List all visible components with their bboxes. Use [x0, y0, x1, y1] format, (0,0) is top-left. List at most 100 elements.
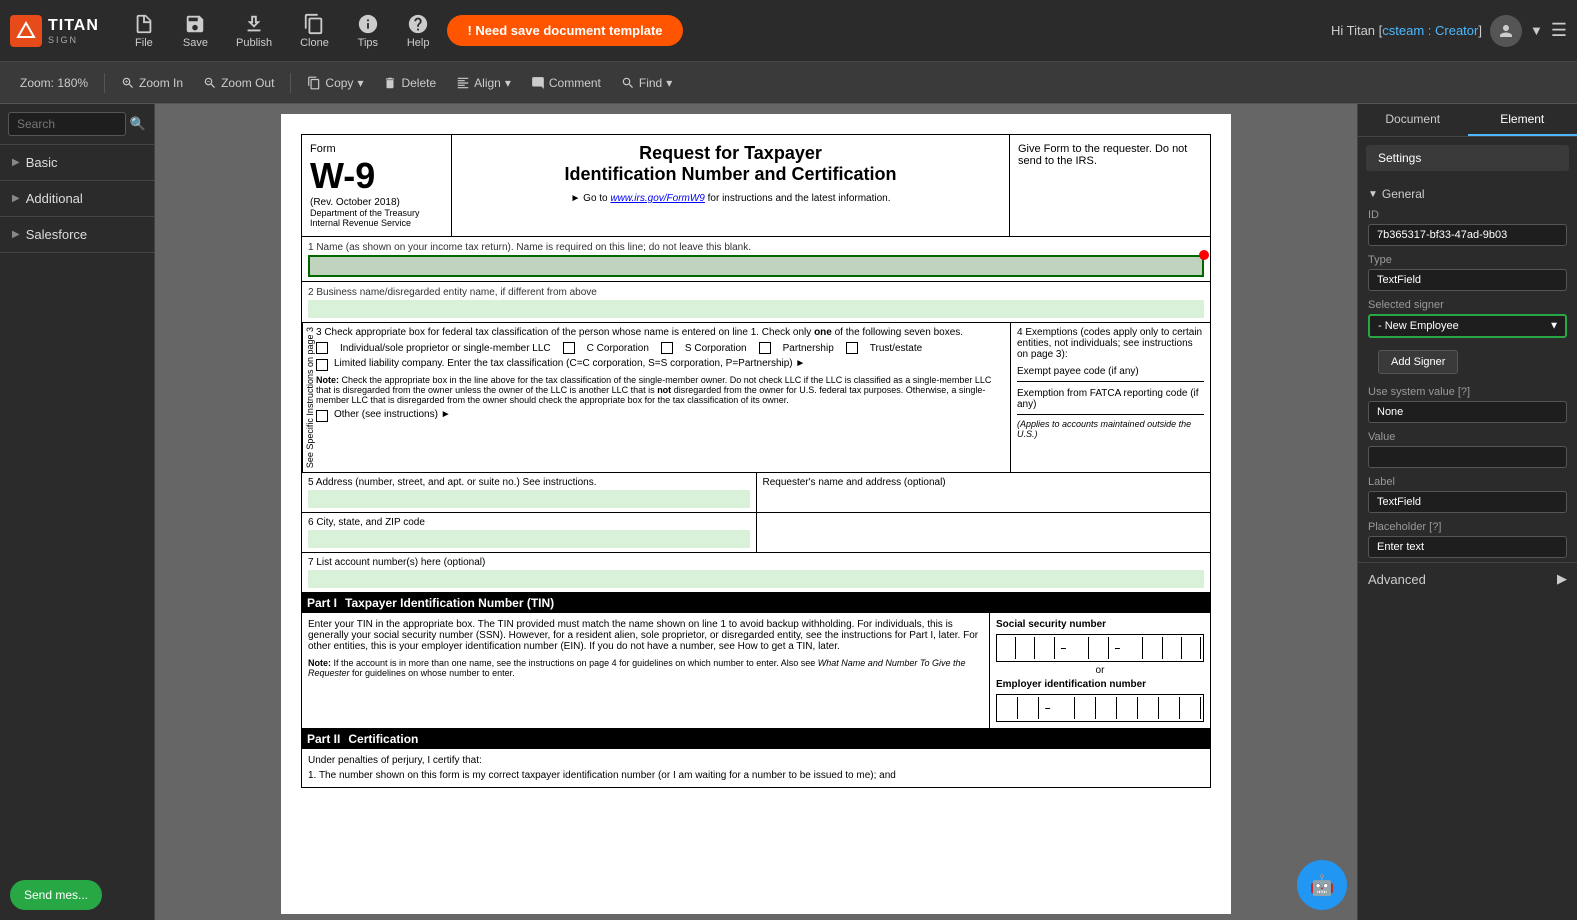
save-alert-button[interactable]: ! Need save document template — [447, 15, 682, 46]
irs-url[interactable]: www.irs.gov/FormW9 — [610, 193, 704, 204]
tab-element[interactable]: Element — [1468, 104, 1577, 136]
ein-cell9 — [1182, 697, 1201, 719]
chevron-down-icon[interactable]: ▼ — [1530, 23, 1543, 38]
part1-text: Enter your TIN in the appropriate box. T… — [308, 619, 983, 652]
search-input[interactable] — [8, 112, 126, 136]
part1-note: Note: If the account is in more than one… — [308, 658, 983, 678]
settings-button[interactable]: Settings — [1366, 145, 1569, 171]
doc-scroll[interactable]: Form W-9 (Rev. October 2018) Department … — [155, 104, 1357, 920]
field6-col: 6 City, state, and ZIP code — [302, 513, 757, 552]
id-label: ID — [1368, 209, 1567, 221]
checkbox-row2: Limited liability company. Enter the tax… — [316, 358, 1004, 371]
signer-label: Selected signer — [1368, 299, 1567, 311]
placeholder-input[interactable] — [1368, 536, 1567, 558]
zoom-out-button[interactable]: Zoom Out — [195, 72, 282, 94]
form-name: Form — [310, 143, 443, 155]
exemptions-label: 4 Exemptions (codes apply only to certai… — [1017, 327, 1204, 360]
part2-content: Under penalties of perjury, I certify th… — [301, 749, 1211, 788]
value-input[interactable] — [1368, 446, 1567, 468]
exempt-fatca-label: Exemption from FATCA reporting code (if … — [1017, 388, 1204, 410]
requester-col2 — [757, 513, 1211, 552]
sidebar-item-additional[interactable]: ▶ Additional — [0, 181, 154, 217]
zoom-level: Zoom: 180% — [12, 72, 96, 94]
label-input[interactable] — [1368, 491, 1567, 513]
part1-subtitle: Taxpayer Identification Number (TIN) — [345, 596, 554, 610]
add-signer-button[interactable]: Add Signer — [1378, 350, 1458, 374]
system-select[interactable]: None — [1368, 401, 1567, 423]
field6-label: 6 City, state, and ZIP code — [308, 517, 750, 528]
copy-button[interactable]: Copy ▾ — [299, 72, 371, 94]
advanced-row[interactable]: Advanced ▶ — [1358, 562, 1577, 595]
type-label: Type — [1368, 254, 1567, 266]
system-value-row: Use system value [?] None — [1358, 382, 1577, 427]
chevron-right-icon-advanced: ▶ — [1557, 571, 1567, 587]
field6-input[interactable] — [308, 530, 750, 548]
avatar[interactable] — [1490, 15, 1522, 47]
publish-label: Publish — [236, 37, 272, 49]
field7-input[interactable] — [308, 570, 1204, 588]
logo-brand: TITAN — [48, 17, 99, 35]
comment-button[interactable]: Comment — [523, 72, 609, 94]
part1-content: Enter your TIN in the appropriate box. T… — [301, 613, 1211, 729]
part2-header: Part II Certification — [301, 729, 1211, 749]
field2-input[interactable] — [308, 300, 1204, 318]
signer-select[interactable]: - New Employee - Signer 1 - Signer 2 — [1368, 314, 1567, 338]
right-tabs: Document Element — [1358, 104, 1577, 137]
field5-label: 5 Address (number, street, and apt. or s… — [308, 477, 750, 488]
value-field-row: Value — [1358, 427, 1577, 472]
send-message-button[interactable]: Send mes... — [10, 880, 102, 910]
field7-label: 7 List account number(s) here (optional) — [308, 557, 1204, 568]
zoom-in-button[interactable]: Zoom In — [113, 72, 191, 94]
cb-scorp[interactable] — [661, 342, 673, 354]
cb-partnership[interactable] — [759, 342, 771, 354]
field5-col: 5 Address (number, street, and apt. or s… — [302, 473, 757, 512]
help-button[interactable]: Help — [397, 9, 440, 53]
ein-cell2 — [1020, 697, 1039, 719]
exempt-payee-line — [1017, 381, 1204, 382]
chatbot-widget[interactable]: 🤖 — [1297, 860, 1347, 910]
search-icon: 🔍 — [130, 116, 146, 132]
logo-icon — [10, 15, 42, 47]
menu-icon[interactable]: ☰ — [1551, 20, 1567, 41]
field1-input[interactable] — [308, 255, 1204, 277]
field6-section: 6 City, state, and ZIP code — [301, 513, 1211, 553]
align-button[interactable]: Align ▾ — [448, 72, 519, 94]
type-select[interactable]: TextField — [1368, 269, 1567, 291]
ssn-grid: – – — [996, 634, 1204, 662]
tips-button[interactable]: Tips — [347, 9, 389, 53]
save-button[interactable]: Save — [173, 9, 218, 53]
basic-label: Basic — [26, 155, 58, 170]
field2-label: 2 Business name/disregarded entity name,… — [308, 287, 597, 298]
system-value-label: Use system value [?] — [1368, 386, 1567, 398]
sidebar-item-basic[interactable]: ▶ Basic — [0, 145, 154, 181]
cb-other[interactable] — [316, 410, 328, 422]
cb-trust[interactable] — [846, 342, 858, 354]
sidebar-item-salesforce[interactable]: ▶ Salesforce — [0, 217, 154, 253]
label-label: Label — [1368, 476, 1567, 488]
advanced-label: Advanced — [1368, 572, 1426, 587]
clone-button[interactable]: Clone — [290, 9, 339, 53]
field3-section: See Specific Instructions on page 3 3 Ch… — [301, 323, 1211, 473]
ein-sep: – — [1041, 703, 1055, 714]
find-button[interactable]: Find ▾ — [613, 72, 680, 94]
cb-ccorp[interactable] — [563, 342, 575, 354]
part1-text-col: Enter your TIN in the appropriate box. T… — [302, 613, 990, 728]
field2-row: 2 Business name/disregarded entity name,… — [301, 282, 1211, 323]
delete-button[interactable]: Delete — [375, 72, 444, 94]
cb-llc[interactable] — [316, 359, 328, 371]
field5-input[interactable] — [308, 490, 750, 508]
right-panel: Document Element Settings ▼ General ID 7… — [1357, 104, 1577, 920]
cb-individual[interactable] — [316, 342, 328, 354]
field3-note: Note: Check the appropriate box in the l… — [316, 375, 1004, 405]
ssn-cell8 — [1165, 637, 1182, 659]
signer-field-row: Selected signer - New Employee - Signer … — [1358, 295, 1577, 342]
field5-section: 5 Address (number, street, and apt. or s… — [301, 473, 1211, 513]
file-button[interactable]: File — [123, 9, 165, 53]
ein-cell5 — [1098, 697, 1117, 719]
tab-document[interactable]: Document — [1358, 104, 1468, 136]
chevron-down-icon2: ▼ — [1368, 189, 1378, 200]
publish-button[interactable]: Publish — [226, 9, 282, 53]
search-box: 🔍 — [0, 104, 154, 145]
form-dept2: Internal Revenue Service — [310, 218, 443, 228]
save-label: Save — [183, 37, 208, 49]
